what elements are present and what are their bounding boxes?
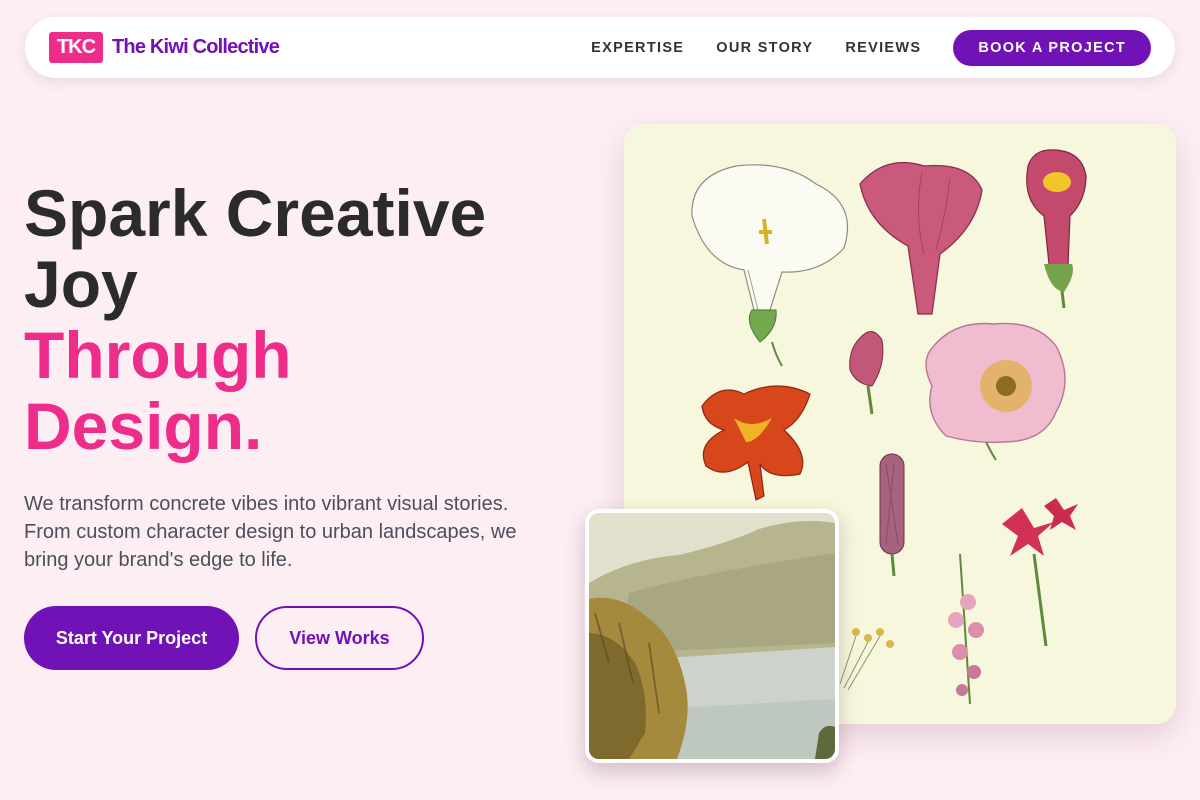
landscape-illustration bbox=[585, 509, 839, 763]
headline-accent-line-1: Through bbox=[24, 318, 292, 392]
nav-link-reviews[interactable]: REVIEWS bbox=[845, 40, 921, 56]
top-nav: TKC The Kiwi Collective EXPERTISE OUR ST… bbox=[25, 17, 1175, 78]
brand-name[interactable]: The Kiwi Collective bbox=[112, 36, 280, 59]
headline-accent-line-2: Design. bbox=[24, 389, 263, 463]
hero-headline: Spark Creative Joy Through Design. bbox=[24, 178, 584, 462]
headline-line-1: Spark Creative bbox=[24, 176, 487, 250]
headline-line-2: Joy bbox=[24, 247, 138, 321]
start-project-button[interactable]: Start Your Project bbox=[24, 606, 239, 670]
logo-badge[interactable]: TKC bbox=[49, 32, 103, 63]
nav-link-expertise[interactable]: EXPERTISE bbox=[591, 40, 684, 56]
nav-links: EXPERTISE OUR STORY REVIEWS BOOK A PROJE… bbox=[559, 29, 1151, 66]
book-project-button[interactable]: BOOK A PROJECT bbox=[953, 29, 1151, 66]
hero-lead-text: We transform concrete vibes into vibrant… bbox=[24, 493, 517, 571]
view-works-button[interactable]: View Works bbox=[255, 606, 424, 670]
nav-link-our-story[interactable]: OUR STORY bbox=[716, 40, 813, 56]
